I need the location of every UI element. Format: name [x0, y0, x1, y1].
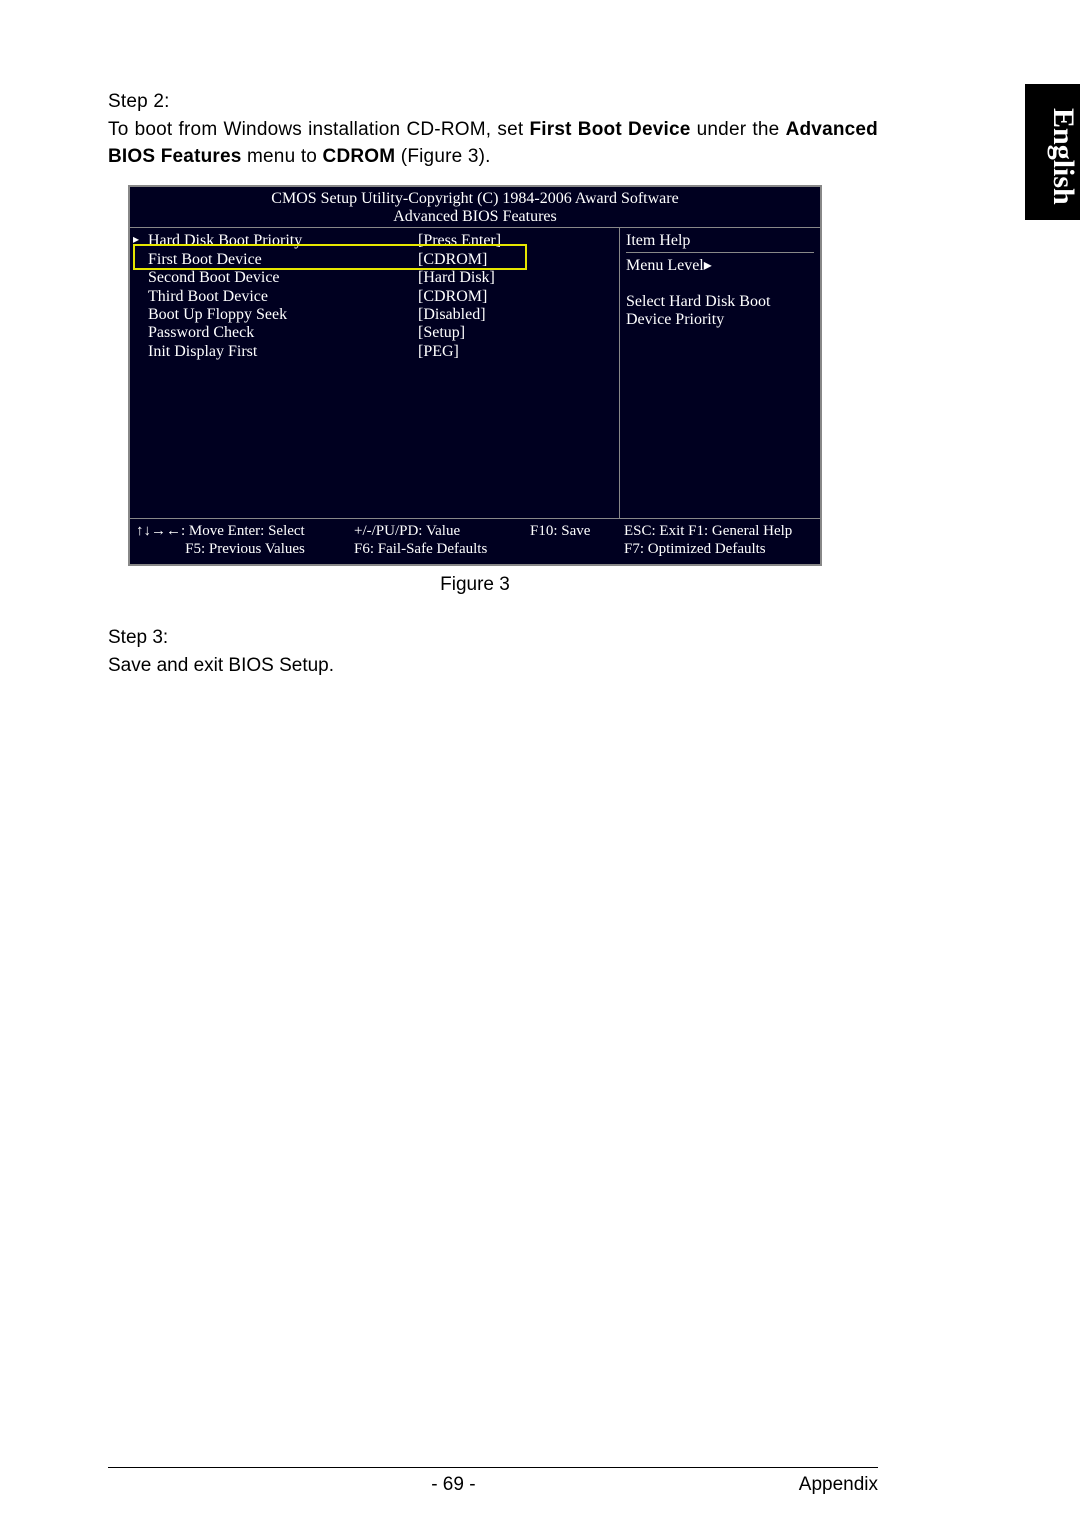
- bios-item-value: [PEG]: [418, 343, 613, 361]
- bios-item-label: Third Boot Device: [148, 288, 418, 306]
- footer-f5: F5: Previous Values: [136, 540, 354, 558]
- footer-f10: F10: Save: [530, 522, 624, 540]
- step-3-heading: Step 3:: [108, 624, 878, 652]
- footer-esc: ESC: Exit F1: General Help: [624, 522, 814, 540]
- help-menu-level: Menu Level▸: [626, 252, 814, 275]
- bios-item-value: [CDROM]: [418, 288, 613, 306]
- bios-item-label: Password Check: [148, 324, 418, 342]
- bios-item-hdd-priority[interactable]: Hard Disk Boot Priority [Press Enter]: [136, 232, 613, 250]
- help-hint-2: Device Priority: [626, 311, 814, 329]
- page-footer: - 69 - Appendix: [108, 1474, 878, 1496]
- bios-header-line1: CMOS Setup Utility-Copyright (C) 1984-20…: [130, 190, 820, 208]
- bios-item-first-boot[interactable]: First Boot Device [CDROM]: [136, 251, 613, 269]
- footer-rule: [108, 1467, 878, 1468]
- bios-main: ▸ Hard Disk Boot Priority [Press Enter] …: [130, 227, 820, 519]
- bios-item-label: Init Display First: [148, 343, 418, 361]
- help-title: Item Help: [626, 232, 814, 250]
- step2-t1: First Boot Device: [529, 119, 690, 140]
- bios-item-value: [Disabled]: [418, 306, 613, 324]
- bios-help-pane: Item Help Menu Level▸ Select Hard Disk B…: [620, 228, 820, 518]
- bios-item-second-boot[interactable]: Second Boot Device [Hard Disk]: [136, 269, 613, 287]
- bios-item-label: Hard Disk Boot Priority: [148, 232, 418, 250]
- bios-header-line2: Advanced BIOS Features: [130, 208, 820, 226]
- step-3: Step 3: Save and exit BIOS Setup.: [108, 624, 878, 679]
- bios-item-value: [CDROM]: [418, 251, 613, 269]
- step2-t2: under the: [691, 119, 786, 140]
- step2-t0: To boot from Windows installation CD-ROM…: [108, 119, 529, 140]
- footer-section: Appendix: [799, 1474, 878, 1496]
- step2-t6: (Figure 3).: [395, 146, 490, 167]
- footer-move: ↑↓→←: Move Enter: Select: [136, 522, 354, 540]
- bios-item-third-boot[interactable]: Third Boot Device [CDROM]: [136, 288, 613, 306]
- language-tab: English: [1025, 84, 1080, 220]
- bios-item-password-check[interactable]: Password Check [Setup]: [136, 324, 613, 342]
- bios-item-label: First Boot Device: [148, 251, 418, 269]
- bios-item-label: Boot Up Floppy Seek: [148, 306, 418, 324]
- language-tab-label: English: [1046, 108, 1080, 205]
- bios-item-value: [Hard Disk]: [418, 269, 613, 287]
- page-content: Step 2: To boot from Windows installatio…: [108, 88, 878, 680]
- footer-f6: F6: Fail-Safe Defaults: [354, 540, 530, 558]
- bios-item-init-display[interactable]: Init Display First [PEG]: [136, 343, 613, 361]
- bios-item-label: Second Boot Device: [148, 269, 418, 287]
- figure-caption: Figure 3: [108, 574, 842, 596]
- bios-footer: ↑↓→←: Move Enter: Select F5: Previous Va…: [130, 519, 820, 564]
- footer-value: +/-/PU/PD: Value: [354, 522, 530, 540]
- step2-t5: CDROM: [323, 146, 396, 167]
- pointer-icon: ▸: [133, 232, 139, 247]
- page-number: - 69 -: [108, 1474, 799, 1496]
- step-2-text: To boot from Windows installation CD-ROM…: [108, 116, 878, 171]
- step-2-heading: Step 2:: [108, 88, 878, 116]
- step2-t4: menu to: [242, 146, 323, 167]
- bios-item-value: [Press Enter]: [418, 232, 613, 250]
- bios-item-value: [Setup]: [418, 324, 613, 342]
- step-3-text: Save and exit BIOS Setup.: [108, 652, 878, 680]
- bios-header: CMOS Setup Utility-Copyright (C) 1984-20…: [130, 187, 820, 228]
- footer-f7: F7: Optimized Defaults: [624, 540, 814, 558]
- bios-item-floppy-seek[interactable]: Boot Up Floppy Seek [Disabled]: [136, 306, 613, 324]
- help-hint-1: Select Hard Disk Boot: [626, 293, 814, 311]
- bios-screenshot: CMOS Setup Utility-Copyright (C) 1984-20…: [128, 185, 822, 567]
- bios-left-pane: ▸ Hard Disk Boot Priority [Press Enter] …: [130, 228, 620, 518]
